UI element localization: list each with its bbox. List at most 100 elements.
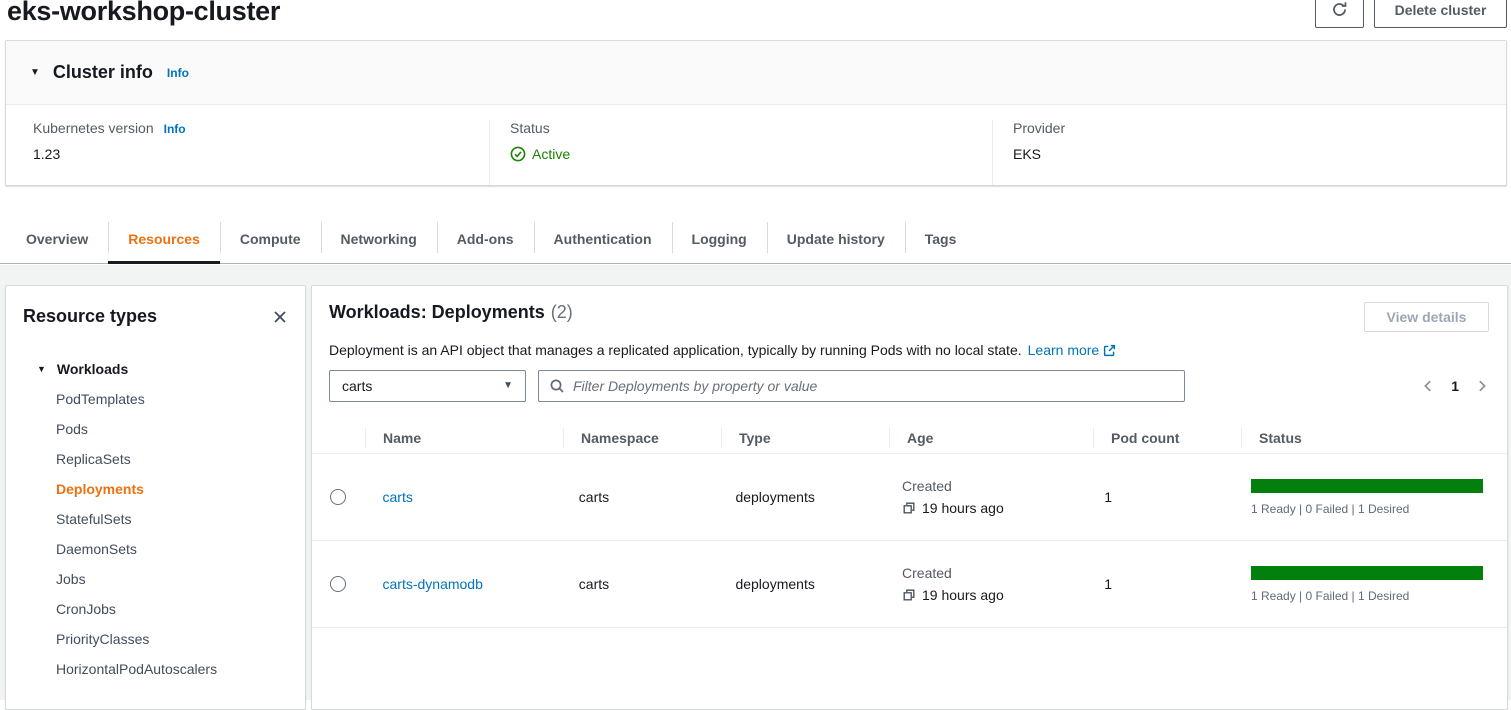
cell-namespace: carts bbox=[561, 489, 718, 505]
tab-logging[interactable]: Logging bbox=[672, 214, 767, 263]
close-icon[interactable] bbox=[269, 306, 291, 328]
sidebar-item-pods[interactable]: Pods bbox=[6, 414, 305, 444]
row-radio[interactable] bbox=[330, 576, 346, 592]
search-icon bbox=[549, 378, 565, 394]
delete-cluster-button[interactable]: Delete cluster bbox=[1374, 0, 1507, 28]
namespace-filter-dropdown[interactable]: carts ▼ bbox=[329, 370, 526, 402]
provider-field: Provider EKS bbox=[992, 120, 1506, 185]
header-pod-count: Pod count bbox=[1093, 423, 1241, 453]
tree-group-workloads[interactable]: ▼ Workloads bbox=[6, 354, 305, 384]
table-header-row: Name Namespace Type Age Pod count Status bbox=[312, 423, 1507, 454]
search-input[interactable] bbox=[573, 378, 1174, 394]
deployments-header: Workloads: Deployments(2) View details bbox=[312, 286, 1507, 332]
sidebar-item-deployments[interactable]: Deployments bbox=[6, 474, 305, 504]
kubernetes-version-info-link[interactable]: Info bbox=[164, 122, 186, 136]
page-title: eks-workshop-cluster bbox=[7, 0, 280, 27]
cluster-info-header[interactable]: ▼ Cluster info Info bbox=[6, 41, 1506, 105]
search-box bbox=[538, 370, 1185, 402]
sidebar-item-daemonsets[interactable]: DaemonSets bbox=[6, 534, 305, 564]
sidebar-item-cronjobs[interactable]: CronJobs bbox=[6, 594, 305, 624]
cell-type: deployments bbox=[717, 489, 884, 505]
deployment-link[interactable]: carts bbox=[383, 489, 413, 505]
header-namespace: Namespace bbox=[563, 423, 721, 453]
sidebar-item-priorityclasses[interactable]: PriorityClasses bbox=[6, 624, 305, 654]
kubernetes-version-field: Kubernetes versionInfo 1.23 bbox=[6, 120, 489, 185]
header-actions: Delete cluster bbox=[1315, 0, 1507, 28]
caret-down-icon: ▼ bbox=[37, 365, 46, 374]
caret-down-icon[interactable]: ▼ bbox=[30, 68, 40, 78]
cluster-info-info-link[interactable]: Info bbox=[167, 66, 189, 80]
learn-more-link[interactable]: Learn more bbox=[1028, 342, 1117, 358]
tab-resources[interactable]: Resources bbox=[108, 214, 220, 263]
provider-value: EKS bbox=[1013, 146, 1506, 162]
sidebar-item-horizontalpodautoscalers[interactable]: HorizontalPodAutoscalers bbox=[6, 654, 305, 684]
pagination: 1 bbox=[1421, 378, 1489, 394]
sidebar-item-statefulsets[interactable]: StatefulSets bbox=[6, 504, 305, 534]
kubernetes-version-value: 1.23 bbox=[33, 146, 489, 162]
resource-types-panel: Resource types ▼ Workloads PodTemplates … bbox=[5, 285, 306, 710]
deployments-table: Name Namespace Type Age Pod count Status… bbox=[312, 423, 1507, 628]
deployments-panel: Workloads: Deployments(2) View details D… bbox=[311, 285, 1508, 710]
age-created-label: Created bbox=[902, 565, 1086, 581]
chevron-left-icon[interactable] bbox=[1421, 379, 1435, 393]
status-active-text: Active bbox=[532, 146, 570, 162]
row-radio[interactable] bbox=[330, 489, 346, 505]
copy-icon[interactable] bbox=[902, 501, 916, 515]
tab-update-history[interactable]: Update history bbox=[767, 214, 905, 263]
pod-status-text: 1 Ready | 0 Failed | 1 Desired bbox=[1251, 502, 1483, 516]
age-value-text: 19 hours ago bbox=[922, 587, 1004, 603]
deployments-count: (2) bbox=[551, 302, 573, 322]
pod-status-bar bbox=[1251, 479, 1483, 493]
header-age: Age bbox=[889, 423, 1093, 453]
header-name: Name bbox=[365, 423, 563, 453]
refresh-button[interactable] bbox=[1315, 0, 1364, 28]
namespace-filter-value: carts bbox=[342, 378, 372, 394]
table-row: carts-dynamodb carts deployments Created… bbox=[312, 541, 1507, 628]
cell-status: 1 Ready | 0 Failed | 1 Desired bbox=[1233, 479, 1507, 516]
tab-authentication[interactable]: Authentication bbox=[534, 214, 672, 263]
status-value: Active bbox=[510, 146, 992, 162]
cluster-info-card: ▼ Cluster info Info Kubernetes versionIn… bbox=[5, 40, 1507, 186]
sidebar-item-podtemplates[interactable]: PodTemplates bbox=[6, 384, 305, 414]
external-link-icon bbox=[1099, 342, 1116, 358]
age-value-text: 19 hours ago bbox=[922, 500, 1004, 516]
sidebar-item-jobs[interactable]: Jobs bbox=[6, 564, 305, 594]
tab-overview[interactable]: Overview bbox=[6, 214, 108, 263]
provider-label: Provider bbox=[1013, 120, 1506, 136]
deployments-title: Workloads: Deployments(2) bbox=[329, 302, 573, 323]
cell-type: deployments bbox=[717, 576, 884, 592]
header-status: Status bbox=[1241, 423, 1507, 453]
refresh-icon bbox=[1331, 1, 1348, 18]
cell-age: Created 19 hours ago bbox=[884, 565, 1086, 603]
resource-types-tree: ▼ Workloads PodTemplates Pods ReplicaSet… bbox=[6, 354, 305, 684]
copy-icon[interactable] bbox=[902, 588, 916, 602]
cluster-info-body: Kubernetes versionInfo 1.23 Status Activ… bbox=[6, 105, 1506, 185]
kubernetes-version-label: Kubernetes versionInfo bbox=[33, 120, 489, 136]
cell-pod-count: 1 bbox=[1086, 576, 1233, 592]
cluster-info-title: Cluster info bbox=[53, 62, 153, 83]
current-page[interactable]: 1 bbox=[1451, 378, 1459, 394]
tab-add-ons[interactable]: Add-ons bbox=[437, 214, 534, 263]
cell-pod-count: 1 bbox=[1086, 489, 1233, 505]
table-row: carts carts deployments Created 19 hours… bbox=[312, 454, 1507, 541]
status-label: Status bbox=[510, 120, 992, 136]
pod-status-bar bbox=[1251, 566, 1483, 580]
cell-namespace: carts bbox=[561, 576, 718, 592]
view-details-button[interactable]: View details bbox=[1364, 302, 1489, 332]
cluster-tabs: Overview Resources Compute Networking Ad… bbox=[0, 214, 1511, 264]
pod-status-text: 1 Ready | 0 Failed | 1 Desired bbox=[1251, 589, 1483, 603]
cell-status: 1 Ready | 0 Failed | 1 Desired bbox=[1233, 566, 1507, 603]
page-header: eks-workshop-cluster Delete cluster bbox=[0, 0, 1511, 40]
tab-compute[interactable]: Compute bbox=[220, 214, 321, 263]
check-circle-icon bbox=[510, 146, 526, 162]
chevron-right-icon[interactable] bbox=[1475, 379, 1489, 393]
resource-types-title: Resource types bbox=[23, 306, 157, 327]
cell-age: Created 19 hours ago bbox=[884, 478, 1086, 516]
tab-tags[interactable]: Tags bbox=[905, 214, 977, 263]
sidebar-item-replicasets[interactable]: ReplicaSets bbox=[6, 444, 305, 474]
deployments-description: Deployment is an API object that manages… bbox=[312, 342, 1507, 358]
header-type: Type bbox=[721, 423, 889, 453]
header-select-column bbox=[312, 423, 365, 453]
tab-networking[interactable]: Networking bbox=[321, 214, 437, 263]
deployment-link[interactable]: carts-dynamodb bbox=[383, 576, 483, 592]
